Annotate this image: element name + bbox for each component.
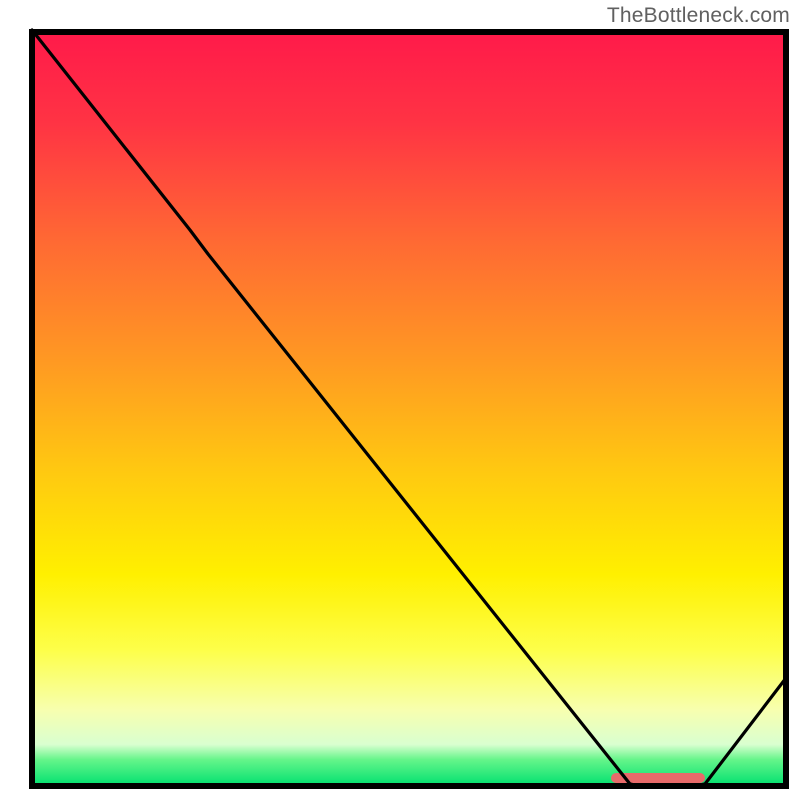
plot-background <box>32 32 786 786</box>
chart-svg <box>0 0 800 800</box>
chart-container: { "watermark": "TheBottleneck.com", "cha… <box>0 0 800 800</box>
watermark-text: TheBottleneck.com <box>607 4 790 28</box>
